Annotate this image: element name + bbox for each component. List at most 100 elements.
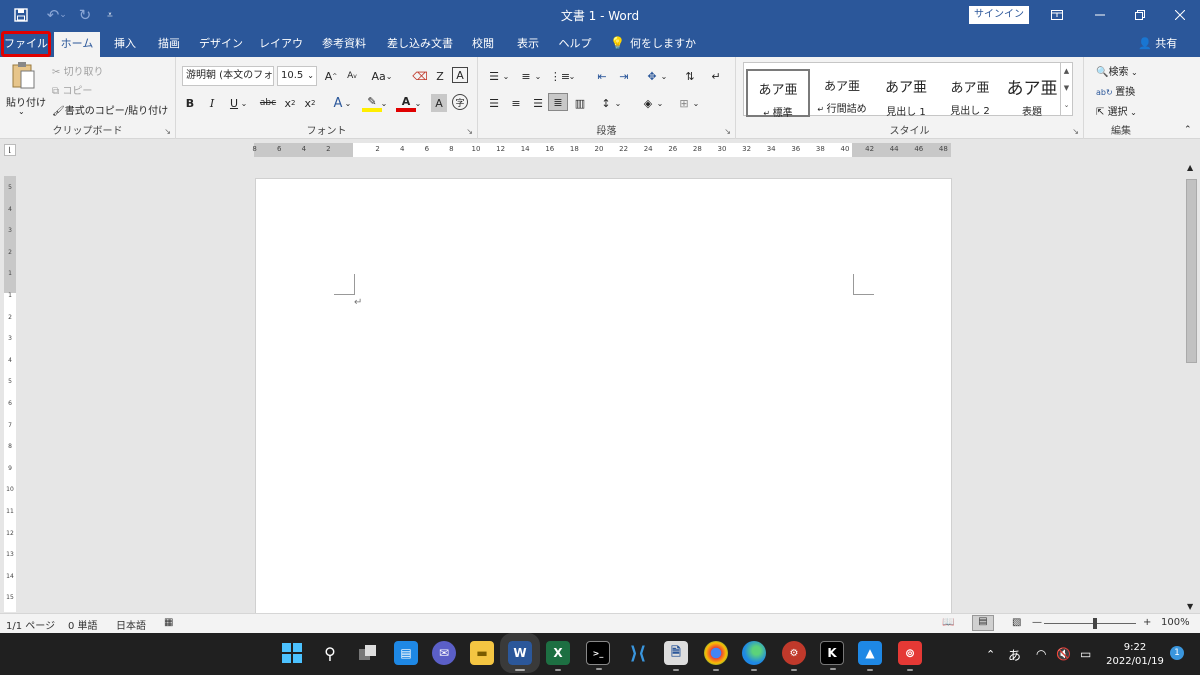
tab-insert[interactable]: 挿入: [106, 30, 144, 57]
subscript-icon[interactable]: x2: [280, 94, 300, 112]
accessibility-icon[interactable]: ▦: [164, 617, 173, 628]
change-case-button[interactable]: Aa ⌄: [368, 67, 396, 85]
select-button[interactable]: ⇱ 選択 ⌄: [1096, 103, 1137, 118]
line-spacing-dropdown-icon[interactable]: ⌄: [612, 94, 624, 112]
superscript-icon[interactable]: x2: [300, 94, 320, 112]
highlight-dropdown-icon[interactable]: ⌄: [378, 94, 390, 112]
word-taskbar-icon[interactable]: W: [500, 633, 540, 673]
vscode-icon[interactable]: ⟩⟨: [626, 641, 650, 665]
extension-app-icon[interactable]: ⚙: [782, 641, 806, 671]
style-title[interactable]: あア亜 表題: [1000, 69, 1064, 118]
red-app-icon[interactable]: ⊚: [898, 641, 922, 671]
chrome-icon[interactable]: [704, 641, 728, 671]
document-page[interactable]: ↵: [255, 178, 952, 613]
font-size-combo[interactable]: 10.5 ⌄: [277, 66, 317, 86]
find-button[interactable]: 🔍検索 ⌄: [1096, 63, 1138, 78]
multilevel-list-dropdown-icon[interactable]: ⌄: [566, 67, 578, 85]
vertical-ruler[interactable]: 5 4 3 2 1 1 2 3 4 5 6 7 8 9 10 11 12 13 14 15: [4, 176, 16, 612]
style-no-spacing[interactable]: あア亜 ↵ 行間詰め: [810, 69, 874, 117]
clipboard-launcher-icon[interactable]: ↘: [164, 127, 171, 136]
redo-icon[interactable]: ↻: [70, 0, 100, 30]
restore-icon[interactable]: [1120, 0, 1160, 30]
krita-icon[interactable]: K: [820, 641, 844, 670]
scroll-thumb[interactable]: [1186, 179, 1197, 363]
paste-dropdown-icon[interactable]: ⌄: [18, 107, 25, 116]
increase-indent-icon[interactable]: ⇥: [614, 67, 634, 85]
enclose-characters-icon[interactable]: 字: [452, 94, 468, 110]
style-heading-2[interactable]: あア亜 見出し 2: [938, 69, 1002, 117]
align-left-icon[interactable]: ☰: [484, 94, 504, 112]
close-icon[interactable]: [1160, 0, 1200, 30]
paste-button[interactable]: 貼り付け: [6, 94, 46, 109]
justify-icon[interactable]: ≣: [548, 93, 568, 111]
ribbon-display-options-icon[interactable]: [1037, 0, 1077, 30]
tab-home[interactable]: ホーム: [54, 32, 100, 57]
search-taskbar-icon[interactable]: ⚲: [318, 641, 342, 665]
tab-mailings[interactable]: 差し込み文書: [382, 30, 458, 57]
style-heading-1[interactable]: あア亜 見出し 1: [874, 69, 938, 118]
vertical-scrollbar[interactable]: ▲ ▼: [1183, 161, 1200, 613]
tell-me-search[interactable]: 何をしますか: [630, 30, 696, 57]
text-effects-dropdown-icon[interactable]: ⌄: [342, 94, 354, 112]
widgets-icon[interactable]: ▤: [394, 641, 418, 665]
notification-badge[interactable]: 1: [1170, 646, 1184, 660]
character-shading-icon[interactable]: A: [431, 94, 447, 112]
character-border-icon[interactable]: A: [452, 67, 468, 83]
cut-button[interactable]: ✂ 切り取り: [52, 63, 104, 78]
replace-button[interactable]: ab↻ 置換: [1096, 83, 1135, 98]
paragraph-launcher-icon[interactable]: ↘: [724, 127, 731, 136]
tab-design[interactable]: デザイン: [196, 30, 246, 57]
font-launcher-icon[interactable]: ↘: [466, 127, 473, 136]
scroll-up-icon[interactable]: ▲: [1187, 163, 1193, 172]
copy-button[interactable]: ⧉ コピー: [52, 82, 92, 97]
undo-dropdown-icon[interactable]: ⌄: [56, 0, 70, 30]
tab-review[interactable]: 校閲: [466, 30, 500, 57]
start-icon[interactable]: [280, 641, 304, 665]
zoom-in-icon[interactable]: +: [1143, 617, 1151, 628]
volume-mute-icon[interactable]: 🔇: [1056, 633, 1071, 675]
styles-scroll-control[interactable]: ▲ ▼ ⌄: [1060, 63, 1072, 115]
scroll-down-icon[interactable]: ▼: [1187, 602, 1193, 611]
excel-taskbar-icon[interactable]: X: [546, 641, 570, 671]
horizontal-ruler[interactable]: 8 6 4 2 2 4 6 8 10 12 14 16 18 20 22 24 26 28 30 32 34 36 38 40…: [252, 143, 951, 157]
borders-dropdown-icon[interactable]: ⌄: [690, 94, 702, 112]
share-button[interactable]: 👤 共有: [1138, 30, 1177, 57]
bullets-dropdown-icon[interactable]: ⌄: [500, 67, 512, 85]
print-layout-icon[interactable]: ▤: [972, 615, 994, 631]
tab-layout[interactable]: レイアウト: [254, 30, 308, 77]
underline-dropdown-icon[interactable]: ⌄: [238, 94, 250, 112]
tab-selector-icon[interactable]: ⌊: [4, 144, 16, 156]
tab-help[interactable]: ヘルプ: [554, 30, 596, 57]
numbering-dropdown-icon[interactable]: ⌄: [532, 67, 544, 85]
clear-formatting-icon[interactable]: ⌫: [410, 67, 430, 85]
format-painter-button[interactable]: 🖌書式のコピー/貼り付け: [52, 102, 168, 117]
show-formatting-marks-icon[interactable]: ↵: [706, 67, 726, 85]
collapse-ribbon-icon[interactable]: ⌃: [1184, 125, 1192, 135]
strikethrough-icon[interactable]: abc: [258, 94, 278, 112]
task-view-icon[interactable]: [356, 641, 380, 665]
styles-launcher-icon[interactable]: ↘: [1072, 127, 1079, 136]
decrease-indent-icon[interactable]: ⇤: [592, 67, 612, 85]
customize-quick-access-icon[interactable]: ⩡: [98, 0, 122, 30]
grow-font-icon[interactable]: A ^: [321, 67, 341, 85]
chat-icon[interactable]: ✉: [432, 641, 456, 665]
read-mode-icon[interactable]: 📖: [942, 617, 954, 628]
zoom-level[interactable]: 100%: [1161, 617, 1190, 628]
clock[interactable]: 9:22 2022/01/19: [1104, 641, 1166, 669]
language-status[interactable]: 日本語: [116, 617, 146, 632]
zoom-out-icon[interactable]: —: [1032, 617, 1042, 628]
asian-layout-dropdown-icon[interactable]: ⌄: [658, 67, 670, 85]
shading-dropdown-icon[interactable]: ⌄: [654, 94, 666, 112]
distributed-icon[interactable]: ▥: [570, 94, 590, 112]
tab-draw[interactable]: 描画: [150, 30, 188, 57]
style-normal[interactable]: あア亜 ↵ 標準: [746, 69, 810, 119]
terminal-icon[interactable]: >_: [586, 641, 610, 670]
minimize-icon[interactable]: [1080, 0, 1120, 30]
battery-icon[interactable]: ▭: [1080, 633, 1091, 675]
word-count[interactable]: 0 単語: [68, 617, 98, 632]
paste-icon[interactable]: [10, 61, 40, 91]
show-hidden-icons[interactable]: ⌃: [986, 633, 995, 675]
bold-icon[interactable]: B: [180, 94, 200, 112]
align-right-icon[interactable]: ☰: [528, 94, 548, 112]
document-area[interactable]: ↵: [20, 161, 1183, 613]
